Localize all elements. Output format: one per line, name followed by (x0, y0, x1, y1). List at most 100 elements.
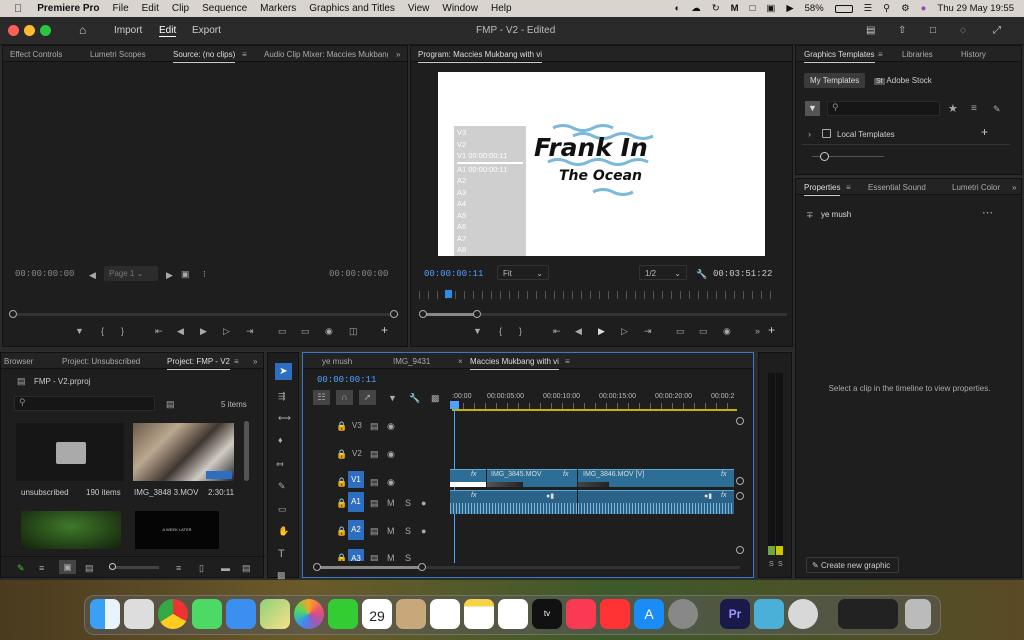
slip-icon[interactable]: ⤆ (276, 459, 284, 469)
captions-track-icon[interactable]: ▩ (431, 393, 440, 403)
freeform-icon[interactable] (498, 599, 528, 629)
menu-help[interactable]: Help (491, 3, 512, 14)
video-clip-img-3846[interactable]: IMG_3846.MOV [V] fx (578, 469, 734, 487)
clock[interactable]: Thu 29 May 19:55 (937, 3, 1014, 14)
workspace-icon[interactable]: ▤ (866, 25, 875, 36)
step-back-icon[interactable]: ◀ (177, 326, 184, 336)
rectangle-icon[interactable]: ▭ (278, 504, 287, 514)
captions-icon[interactable]: ▩ (277, 570, 286, 580)
reminders-icon[interactable] (430, 599, 460, 629)
chrome-icon[interactable] (158, 599, 188, 629)
tab-img-9431[interactable]: IMG_9431 (393, 357, 430, 366)
menu-clip[interactable]: Clip (172, 3, 189, 14)
program-playhead[interactable] (445, 290, 452, 298)
control-center-icon[interactable]: ⚙ (901, 3, 910, 14)
recent-window-icon[interactable] (838, 599, 898, 629)
panel-menu-icon[interactable]: ≡ (565, 357, 570, 366)
filter-icon[interactable]: ▼ (805, 101, 820, 116)
zoom-slider[interactable] (109, 566, 159, 569)
progress-icon[interactable]: ◌ (960, 25, 966, 36)
audio-clip-2[interactable]: fx ●▮ (578, 490, 734, 514)
apple-icon[interactable]:  (14, 3, 22, 15)
page-select[interactable]: Page 1 ⌄ (104, 266, 158, 281)
tab-maccies-mukbang[interactable]: Maccies Mukbang with vi (470, 357, 559, 370)
template-search-input[interactable]: ⚲ (827, 101, 940, 116)
bin-thumbnail[interactable] (16, 423, 124, 481)
eye-icon[interactable]: ◉ (387, 449, 395, 459)
go-to-out-icon[interactable]: ⇥ (644, 326, 652, 336)
notes-icon[interactable] (464, 599, 494, 629)
program-timecode[interactable]: 00:00:00:11 (424, 269, 483, 279)
video-clip-img-3845[interactable]: IMG_3845.MOV fx (487, 469, 577, 487)
display-icon[interactable]: ▣ (766, 3, 775, 14)
search-icon[interactable]: ⚲ (883, 3, 890, 14)
close-window-button[interactable] (8, 25, 19, 36)
vertical-zoom-handle[interactable] (736, 417, 744, 425)
timeline-scroll-thumb[interactable] (318, 566, 422, 569)
minimize-window-button[interactable] (24, 25, 35, 36)
solo-button[interactable]: S (405, 498, 411, 508)
add-button-icon[interactable]: + (768, 324, 775, 336)
type-icon[interactable]: T (278, 549, 285, 560)
share-icon[interactable]: ⇧ (898, 25, 906, 36)
solo-button[interactable]: S (405, 526, 411, 536)
finder-icon[interactable] (90, 599, 120, 629)
app-store-icon[interactable]: A (634, 599, 664, 629)
proxyman-icon[interactable] (788, 599, 818, 629)
maximize-window-button[interactable] (40, 25, 51, 36)
go-to-in-icon[interactable]: ⇤ (155, 326, 163, 336)
microphone-icon[interactable]: ● (421, 526, 426, 536)
clipboard-icon[interactable]: □ (750, 3, 756, 14)
lock-icon[interactable]: 🔒 (336, 449, 347, 459)
quick-export-icon[interactable]: □ (930, 25, 936, 36)
mail-icon[interactable] (226, 599, 256, 629)
automate-icon[interactable]: ▯ (199, 563, 204, 573)
scroll-handle-left[interactable] (313, 563, 321, 571)
more-options-icon[interactable]: ⋯ (982, 208, 993, 219)
system-settings-icon[interactable] (668, 599, 698, 629)
fullscreen-icon[interactable]: ⤢ (993, 25, 1001, 36)
in-point-icon[interactable]: { (499, 326, 502, 336)
more-controls-icon[interactable]: » (755, 326, 760, 336)
marker-icon[interactable]: ▼ (473, 326, 482, 336)
track-target-a3[interactable]: A3 (348, 549, 364, 561)
track-target-a1[interactable]: A1 (348, 492, 364, 512)
lock-icon[interactable]: 🔒 (336, 553, 347, 561)
page-prev-icon[interactable]: ◀ (89, 270, 96, 280)
cloud-icon[interactable]: ☁ (691, 3, 701, 14)
in-point-icon[interactable]: { (101, 326, 104, 336)
tab-history[interactable]: History (961, 50, 986, 59)
sync-lock-icon[interactable]: ▤ (370, 421, 379, 431)
play-status-icon[interactable]: ▶ (786, 3, 793, 14)
wifi-icon[interactable]: ☰ (864, 3, 873, 14)
eye-icon[interactable]: ◉ (387, 477, 395, 487)
source-scrub-handle-left[interactable] (9, 310, 17, 318)
insert-icon[interactable]: ▭ (278, 326, 287, 336)
work-area-bar[interactable] (452, 409, 737, 411)
menu-graphics[interactable]: Graphics and Titles (309, 3, 395, 14)
tab-audio-clip-mixer[interactable]: Audio Clip Mixer: Maccies Mukbang w (264, 50, 388, 59)
step-forward-icon[interactable]: ▷ (223, 326, 230, 336)
sort-icon[interactable]: ≡ (176, 563, 181, 573)
out-point-icon[interactable]: } (121, 326, 124, 336)
video-clip-title[interactable]: fx (450, 469, 486, 487)
freeform-view-icon[interactable]: ▤ (85, 563, 94, 573)
clip-thumbnail-green[interactable] (21, 511, 121, 549)
home-icon[interactable]: ⌂ (79, 23, 86, 37)
facetime-icon[interactable] (328, 599, 358, 629)
hand-icon[interactable]: ✋ (278, 526, 289, 536)
music-icon[interactable] (566, 599, 596, 629)
mute-button[interactable]: M (387, 498, 395, 508)
new-bin-icon[interactable]: ▬ (221, 563, 230, 573)
menu-window[interactable]: Window (442, 3, 478, 14)
pen-icon[interactable]: ✎ (278, 481, 286, 491)
track-target-a2[interactable]: A2 (348, 520, 364, 540)
new-item-icon[interactable]: ✎ (993, 104, 1001, 114)
mute-button[interactable]: M (387, 553, 395, 561)
siri-icon[interactable]: ● (921, 3, 927, 14)
more-tabs-icon[interactable]: » (253, 357, 257, 366)
step-back-icon[interactable]: ◀ (575, 326, 582, 336)
pencil-icon[interactable]: ✎ (17, 563, 25, 573)
tab-program[interactable]: Program: Maccies Mukbang with vi (418, 50, 543, 63)
out-point-icon[interactable]: } (519, 326, 522, 336)
